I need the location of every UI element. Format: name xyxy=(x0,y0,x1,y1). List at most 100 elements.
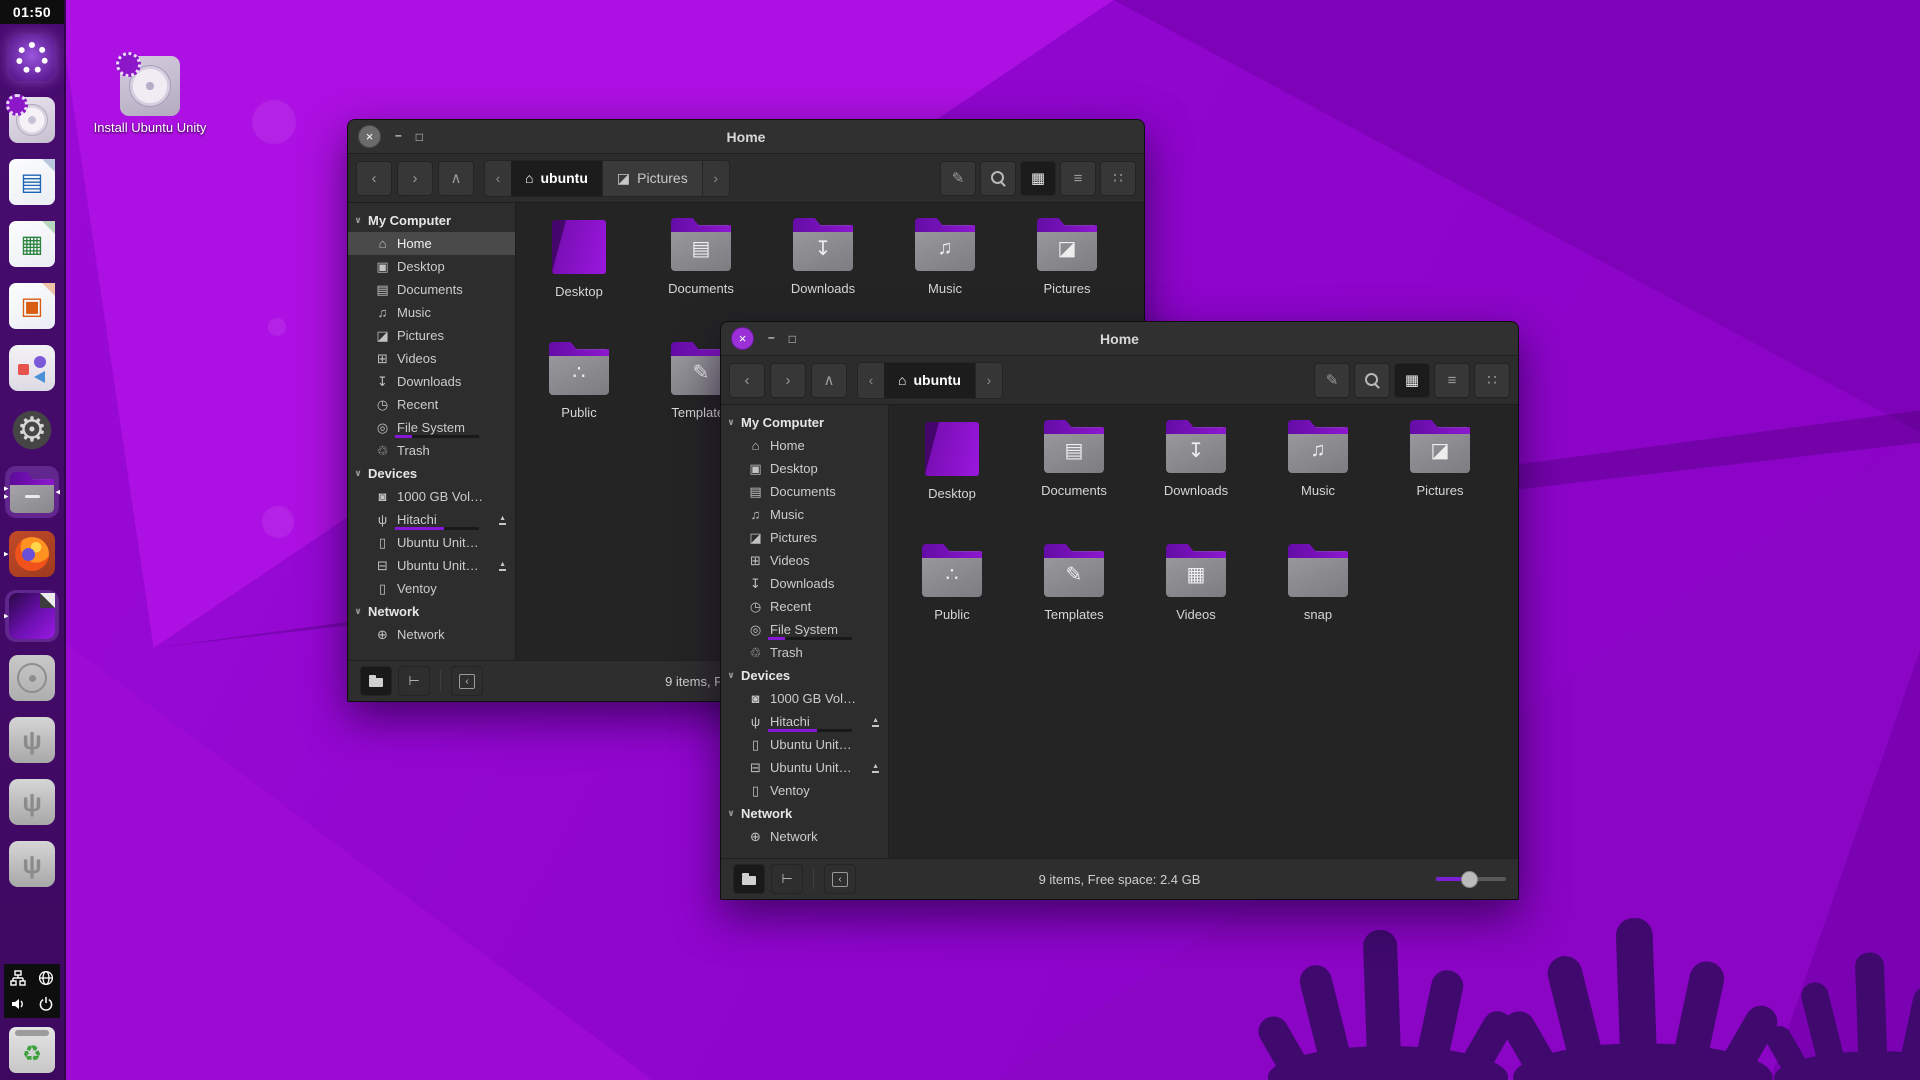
folder-pictures[interactable]: Pictures xyxy=(1379,417,1501,533)
eject-icon[interactable]: ▲ xyxy=(872,763,879,773)
maximize-button[interactable]: □ xyxy=(416,130,423,144)
zoom-slider[interactable] xyxy=(1436,871,1506,887)
power-icon[interactable] xyxy=(35,993,57,1015)
hide-sidebar-button[interactable]: ‹ xyxy=(824,864,856,894)
device-ubuntu-unity-1[interactable]: ∨ Ubuntu Unit… ▲ xyxy=(348,531,515,554)
folder-desktop[interactable]: Desktop xyxy=(891,417,1013,533)
sidebar-videos[interactable]: ∨ Videos ▲ xyxy=(721,549,888,572)
network-indicator-icon[interactable] xyxy=(7,967,29,989)
folder-public[interactable]: Public xyxy=(891,541,1013,657)
sidebar-documents[interactable]: ∨ Documents ▲ xyxy=(721,480,888,503)
list-view-button[interactable]: ≡ xyxy=(1060,161,1096,196)
sidebar-recent[interactable]: ∨ Recent ▲ xyxy=(721,595,888,618)
section-chevron-icon[interactable]: ∨ xyxy=(726,670,736,681)
sidebar-desktop[interactable]: ∨ Desktop ▲ xyxy=(721,457,888,480)
section-chevron-icon[interactable]: ∨ xyxy=(353,215,363,226)
show-treeview-button[interactable]: ⊢ xyxy=(398,666,430,696)
sidebar-recent[interactable]: ∨ Recent ▲ xyxy=(348,393,515,416)
sidebar-downloads[interactable]: ∨ Downloads ▲ xyxy=(721,572,888,595)
breadcrumb-next-button[interactable]: › xyxy=(703,161,729,196)
section-chevron-icon[interactable]: ∨ xyxy=(353,606,363,617)
firefox[interactable] xyxy=(5,528,59,580)
show-places-button[interactable] xyxy=(733,864,765,894)
section-devices[interactable]: ∨ Devices ▲ xyxy=(721,664,888,687)
slider-handle[interactable] xyxy=(1461,871,1478,888)
hide-sidebar-button[interactable]: ‹ xyxy=(451,666,483,696)
breadcrumb-ubuntu[interactable]: ubuntu xyxy=(884,363,976,398)
sidebar-desktop[interactable]: ∨ Desktop ▲ xyxy=(348,255,515,278)
breadcrumb-prev-button[interactable]: ‹ xyxy=(858,363,884,398)
list-view-button[interactable]: ≡ xyxy=(1434,363,1470,398)
sidebar-documents[interactable]: ∨ Documents ▲ xyxy=(348,278,515,301)
device-ventoy[interactable]: ∨ Ventoy ▲ xyxy=(721,779,888,802)
sidebar-trash[interactable]: ∨ Trash ▲ xyxy=(348,439,515,462)
libreoffice-calc[interactable] xyxy=(5,218,59,270)
search-button[interactable] xyxy=(980,161,1016,196)
device-ubuntu-unity-1[interactable]: ∨ Ubuntu Unit… ▲ xyxy=(721,733,888,756)
close-button[interactable]: × xyxy=(358,125,381,148)
usb-drive-1[interactable] xyxy=(5,714,59,766)
sidebar-downloads[interactable]: ∨ Downloads ▲ xyxy=(348,370,515,393)
device-hitachi[interactable]: ∨ Hitachi ▲ xyxy=(348,508,515,531)
file-manager[interactable] xyxy=(5,466,59,518)
compact-view-button[interactable]: ∷ xyxy=(1100,161,1136,196)
sidebar-home[interactable]: ∨ Home ▲ xyxy=(348,232,515,255)
titlebar[interactable]: × – □ Home xyxy=(348,120,1144,154)
ubuntu-installer[interactable] xyxy=(5,94,59,146)
sidebar-file-system[interactable]: ∨ File System ▲ xyxy=(721,618,888,641)
sidebar-network[interactable]: ∨ Network ▲ xyxy=(721,825,888,848)
sidebar-pictures[interactable]: ∨ Pictures ▲ xyxy=(348,324,515,347)
trash-launcher-item[interactable] xyxy=(5,1024,59,1076)
maximize-button[interactable]: □ xyxy=(789,332,796,346)
folder-pictures[interactable]: Pictures xyxy=(1006,215,1128,331)
breadcrumb-pictures[interactable]: Pictures xyxy=(603,161,703,196)
minimize-button[interactable]: – xyxy=(395,128,402,142)
minimize-button[interactable]: – xyxy=(768,330,775,344)
eject-icon[interactable]: ▲ xyxy=(499,561,506,571)
show-places-button[interactable] xyxy=(360,666,392,696)
folder-documents[interactable]: Documents xyxy=(640,215,762,331)
libreoffice-impress[interactable] xyxy=(5,280,59,332)
section-chevron-icon[interactable]: ∨ xyxy=(726,417,736,428)
folder-documents[interactable]: Documents xyxy=(1013,417,1135,533)
device-1000gb-volume[interactable]: ∨ 1000 GB Vol… ▲ xyxy=(348,485,515,508)
folder-public[interactable]: Public xyxy=(518,339,640,455)
up-button[interactable]: ∧ xyxy=(438,161,474,196)
sidebar-music[interactable]: ∨ Music ▲ xyxy=(721,503,888,526)
sidebar-music[interactable]: ∨ Music ▲ xyxy=(348,301,515,324)
section-chevron-icon[interactable]: ∨ xyxy=(726,808,736,819)
section-devices[interactable]: ∨ Devices ▲ xyxy=(348,462,515,485)
sidebar-trash[interactable]: ∨ Trash ▲ xyxy=(721,641,888,664)
sidebar-pictures[interactable]: ∨ Pictures ▲ xyxy=(721,526,888,549)
folder-downloads[interactable]: Downloads xyxy=(762,215,884,331)
toggle-location-entry-button[interactable]: ✎ xyxy=(1314,363,1350,398)
show-treeview-button[interactable]: ⊢ xyxy=(771,864,803,894)
search-button[interactable] xyxy=(1354,363,1390,398)
section-network[interactable]: ∨ Network ▲ xyxy=(721,802,888,825)
close-button[interactable]: × xyxy=(731,327,754,350)
software-store[interactable] xyxy=(5,342,59,394)
usb-drive-2[interactable] xyxy=(5,776,59,828)
icon-view-button[interactable]: ▦ xyxy=(1020,161,1056,196)
volume-icon[interactable] xyxy=(7,993,29,1015)
section-my-computer[interactable]: ∨ My Computer ▲ xyxy=(721,411,888,434)
device-ventoy[interactable]: ∨ Ventoy ▲ xyxy=(348,577,515,600)
libreoffice-writer[interactable] xyxy=(5,156,59,208)
ubuntu-logo[interactable] xyxy=(5,32,59,84)
device-ubuntu-unity-2[interactable]: ∨ Ubuntu Unit… ▲ xyxy=(348,554,515,577)
toggle-location-entry-button[interactable]: ✎ xyxy=(940,161,976,196)
breadcrumb-next-button[interactable]: › xyxy=(976,363,1002,398)
media-disc[interactable] xyxy=(5,652,59,704)
titlebar[interactable]: × – □ Home xyxy=(721,322,1518,356)
device-hitachi[interactable]: ∨ Hitachi ▲ xyxy=(721,710,888,733)
folder-music[interactable]: Music xyxy=(884,215,1006,331)
up-button[interactable]: ∧ xyxy=(811,363,847,398)
sidebar-file-system[interactable]: ∨ File System ▲ xyxy=(348,416,515,439)
folder-desktop[interactable]: Desktop xyxy=(518,215,640,331)
sidebar-videos[interactable]: ∨ Videos ▲ xyxy=(348,347,515,370)
settings[interactable] xyxy=(5,404,59,456)
image-viewer[interactable] xyxy=(5,590,59,642)
breadcrumb-ubuntu[interactable]: ubuntu xyxy=(511,161,603,196)
folder-videos[interactable]: Videos xyxy=(1135,541,1257,657)
icon-view-button[interactable]: ▦ xyxy=(1394,363,1430,398)
